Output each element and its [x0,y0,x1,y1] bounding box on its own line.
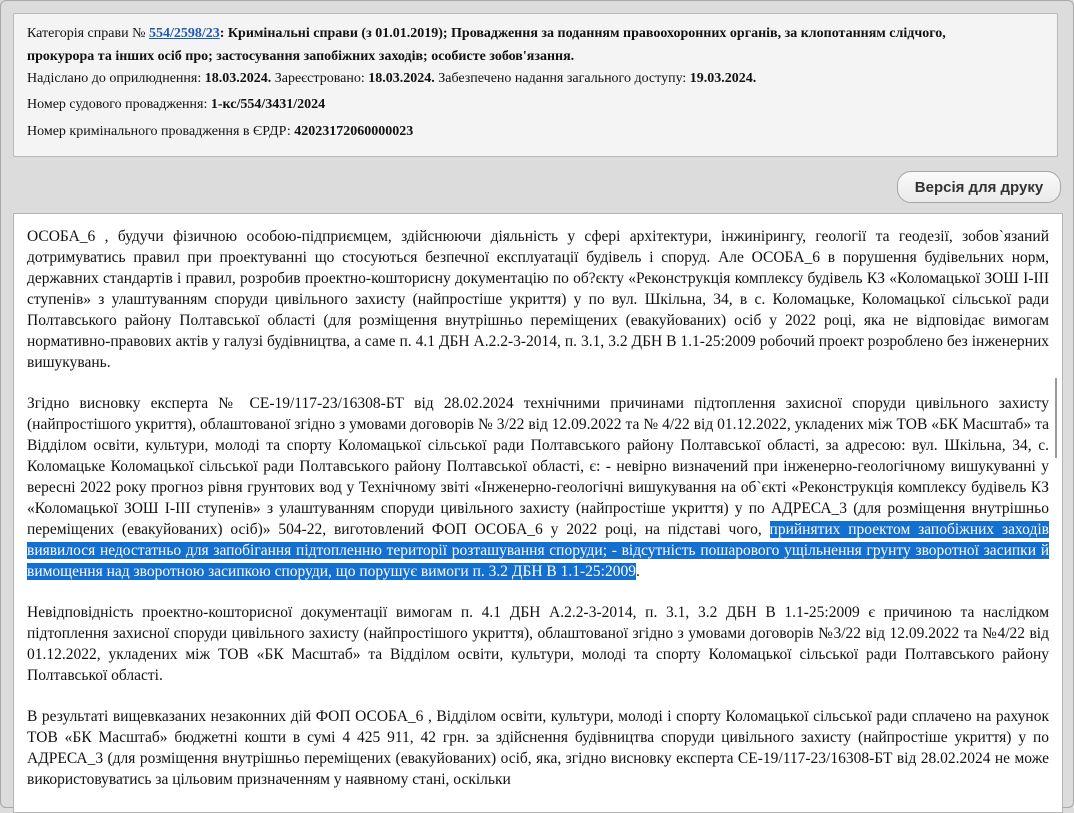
document-text-panel: ОСОБА_6 , будучи фізичною особою-підприє… [13,213,1063,813]
document-paragraph: Невідповідність проектно-кошторисної док… [27,604,1049,684]
case-number-link[interactable]: 554/2598/23 [149,26,220,41]
court-proceeding-number: Номер судового провадження: 1-кс/554/343… [27,97,326,112]
scrollbar-thumb[interactable] [1055,378,1057,458]
document-paragraph: ОСОБА_6 , будучи фізичною особою-підприє… [27,228,1049,371]
case-category-line-2: прокурора та інших осіб про; застосуванн… [27,49,575,64]
document-paragraph: В результаті вищевказаних незаконних дій… [27,708,1049,788]
document-paragraph: Згідно висновку експерта № СЕ-19/117-23/… [27,395,1049,580]
case-metadata-panel: Категорія справи № 554/2598/23: Кримінал… [13,13,1058,157]
case-category-text: : Кримінальні справи (з 01.01.2019); Про… [219,26,946,41]
case-category-line: Категорія справи № 554/2598/23: Кримінал… [27,26,946,41]
publication-dates: Надіслано до оприлюднення: 18.03.2024. З… [27,71,757,86]
erdr-number: Номер кримінального провадження в ЄРДР: … [27,124,414,139]
print-version-button[interactable]: Версія для друку [897,171,1061,203]
